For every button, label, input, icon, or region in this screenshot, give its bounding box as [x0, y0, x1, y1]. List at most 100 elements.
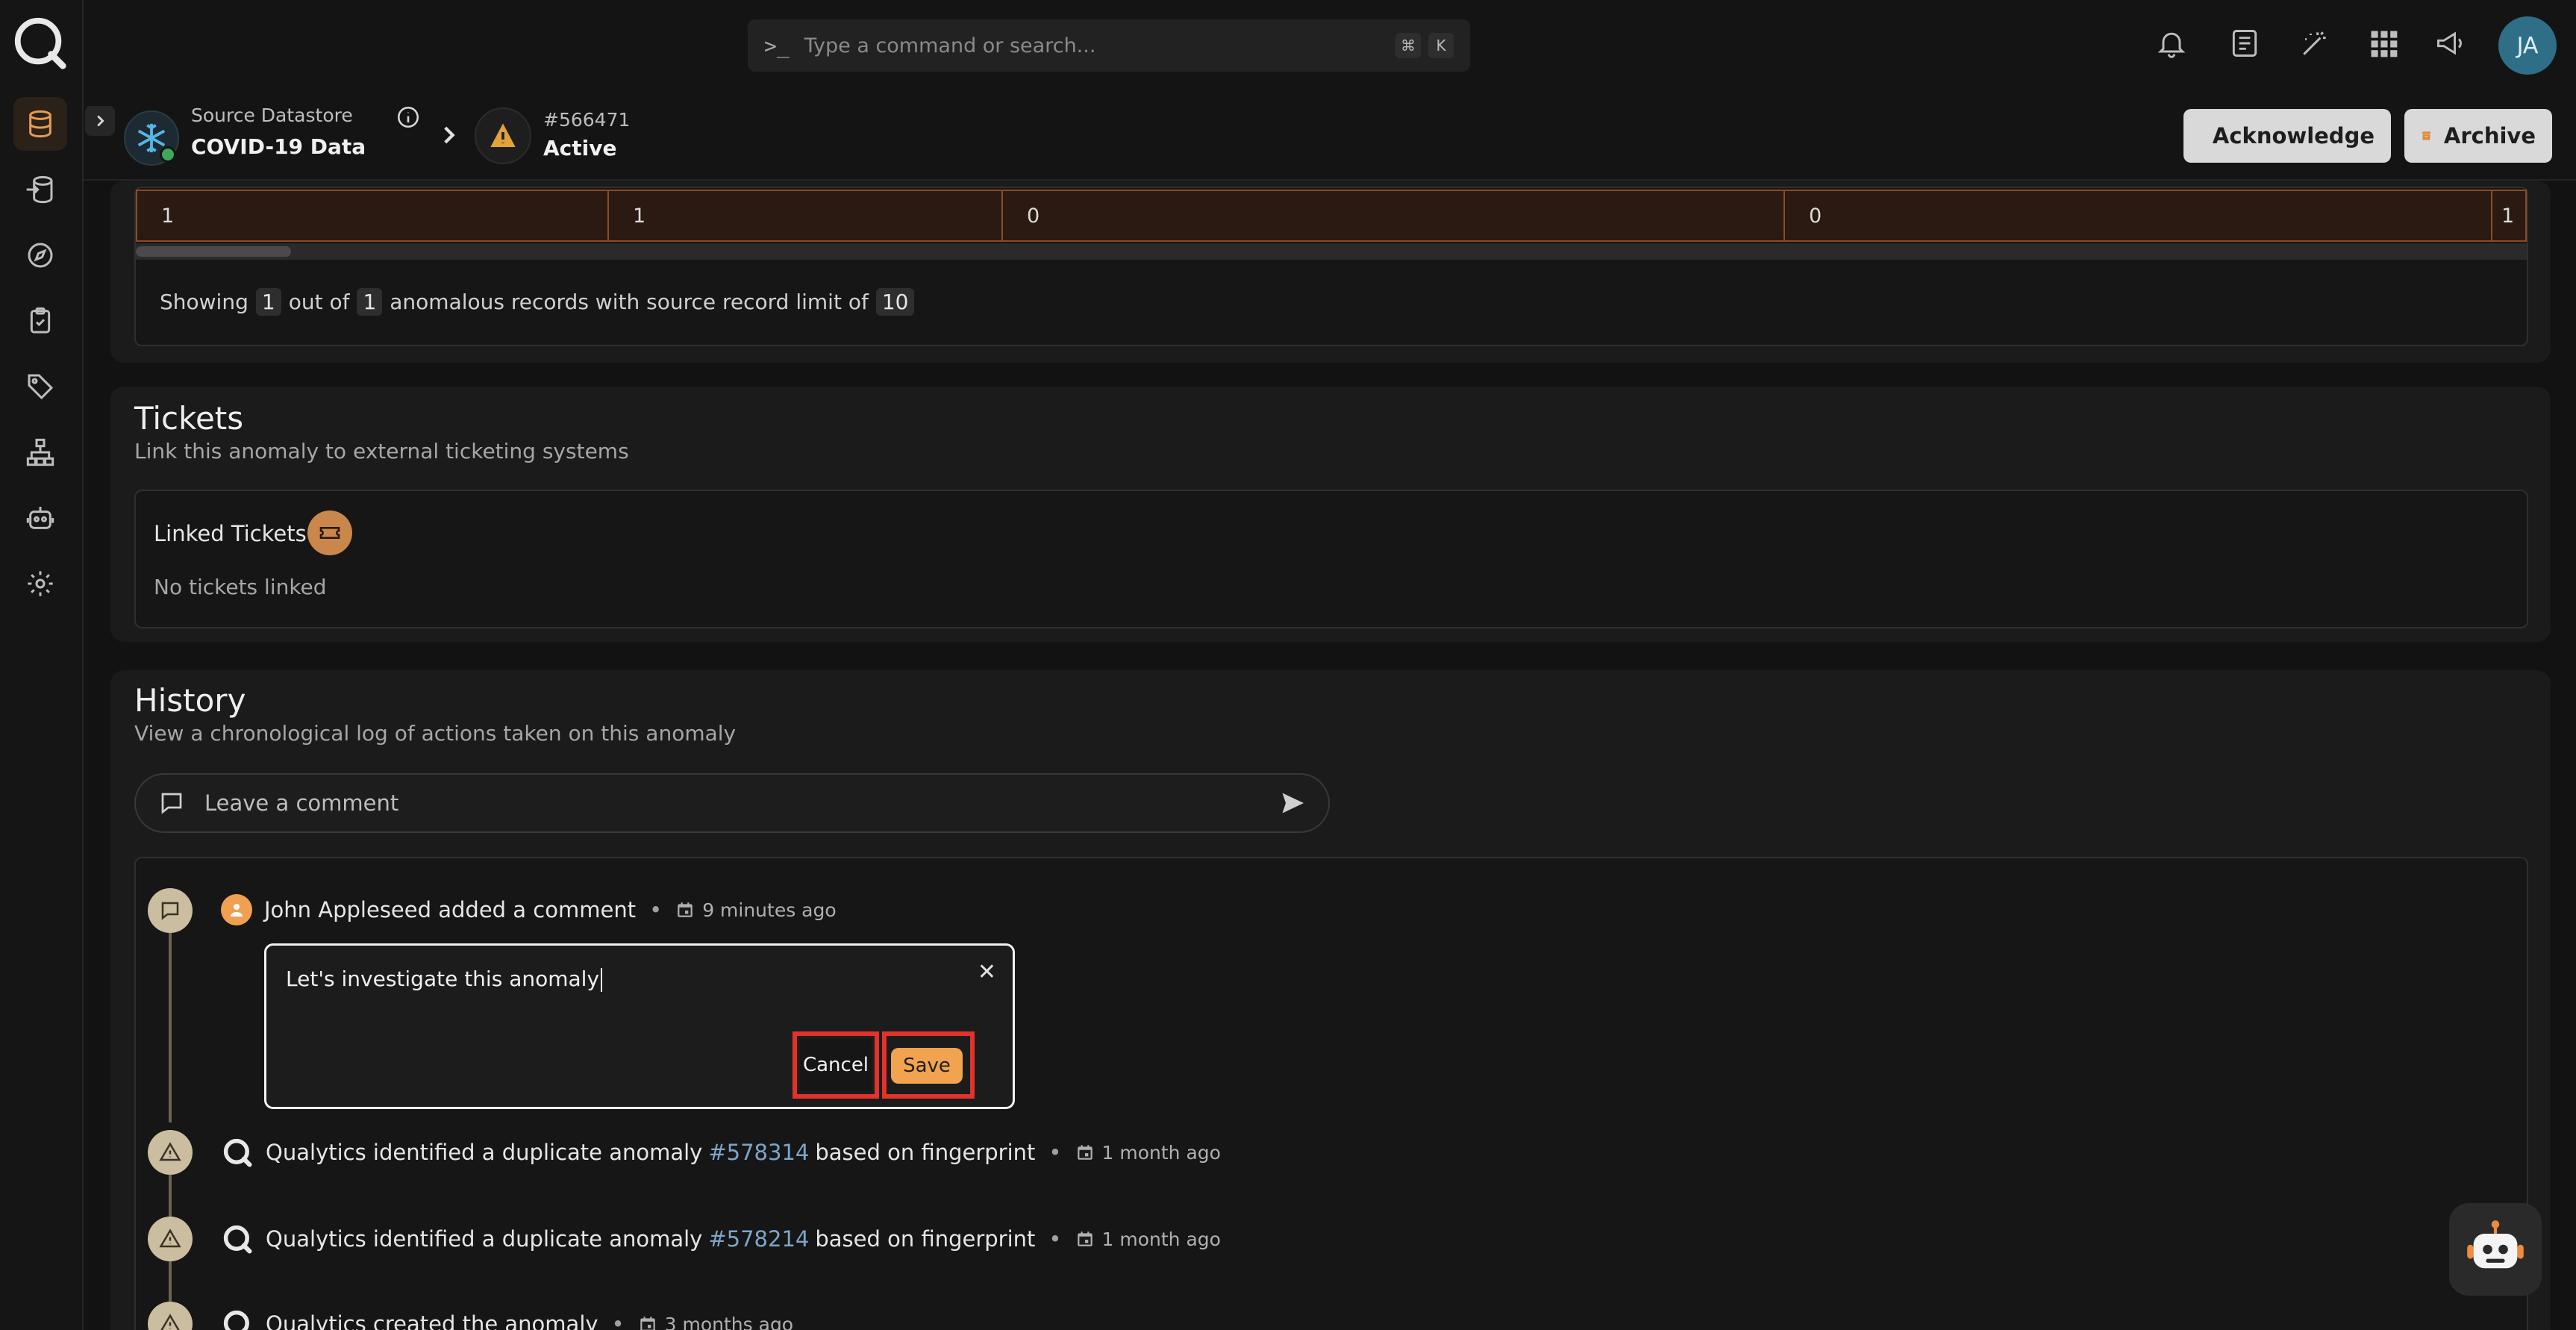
event-actor: Qualytics	[266, 1311, 366, 1330]
expand-sidebar-button[interactable]	[85, 106, 115, 136]
database-arrow-icon	[26, 175, 53, 204]
eye-icon	[2200, 135, 2201, 137]
calendar-icon	[1077, 1231, 1092, 1246]
timeline-connector	[169, 1175, 172, 1218]
timeline-node-comment	[148, 888, 193, 933]
event-separator: •	[1048, 1226, 1062, 1252]
tag-icon	[28, 374, 54, 400]
table-cell: 0	[1001, 190, 1785, 242]
event-time-text: 1 month ago	[1101, 1228, 1221, 1250]
connection-status-dot	[160, 146, 176, 163]
archive-icon	[2422, 131, 2431, 140]
qualytics-logo-icon	[223, 1310, 249, 1330]
qualytics-logo-icon	[223, 1225, 252, 1254]
event-separator: •	[649, 897, 663, 922]
megaphone-icon	[2437, 31, 2462, 55]
announcements-button[interactable]	[2430, 22, 2472, 64]
close-icon[interactable]: ✕	[978, 959, 996, 985]
anomaly-link[interactable]: #578314	[708, 1140, 809, 1165]
breadcrumb-chevron-icon	[444, 126, 455, 144]
clipboard-check-icon	[30, 307, 51, 334]
history-event: Qualytics identified a duplicate anomaly…	[221, 1223, 1221, 1255]
chevron-right-icon	[97, 115, 104, 127]
theme-toggle-button[interactable]	[2294, 22, 2336, 64]
comment-icon	[161, 902, 179, 920]
anomaly-status: Active	[543, 136, 617, 160]
assistant-bot-button[interactable]	[2449, 1203, 2542, 1296]
summary-suffix: anomalous records with source record lim…	[390, 290, 869, 314]
comment-input[interactable]	[204, 790, 1279, 816]
search-placeholder: Type a command or search...	[804, 34, 1096, 57]
linked-tickets-label: Linked Tickets	[154, 521, 307, 546]
sidebar-item-checks[interactable]	[13, 294, 67, 348]
add-ticket-button[interactable]	[307, 511, 352, 555]
shortcut-mod-key: ⌘	[1395, 33, 1421, 58]
acknowledge-button[interactable]: Acknowledge	[2183, 109, 2391, 163]
save-button[interactable]: Save	[891, 1048, 963, 1084]
linked-tickets-box	[134, 490, 2528, 628]
user-avatar[interactable]: JA	[2498, 16, 2557, 75]
event-actor: Qualytics	[266, 1226, 366, 1252]
anomaly-link[interactable]: #578214	[708, 1226, 809, 1252]
event-time-text: 9 minutes ago	[702, 899, 837, 921]
docs-button[interactable]	[2224, 22, 2266, 64]
horizontal-scrollbar[interactable]	[136, 243, 2527, 260]
robot-icon	[26, 507, 54, 529]
records-summary: Showing 1 out of 1 anomalous records wit…	[160, 288, 915, 316]
shortcut-k-key: K	[1428, 33, 1454, 58]
warning-icon	[160, 1314, 180, 1330]
edit-comment-input[interactable]: Let's investigate this anomaly	[286, 967, 603, 992]
source-datastore-name[interactable]: COVID-19 Data	[191, 134, 366, 159]
edit-comment-text: Let's investigate this anomaly	[286, 967, 600, 991]
event-actor: John Appleseed	[264, 897, 432, 922]
no-tickets-text: No tickets linked	[154, 575, 327, 599]
command-search[interactable]: >_ Type a command or search... ⌘ K	[748, 19, 1470, 72]
hierarchy-icon	[26, 438, 54, 466]
apps-button[interactable]	[2363, 22, 2404, 64]
timeline-node-warning	[148, 1217, 193, 1261]
calendar-icon	[678, 902, 693, 917]
document-icon	[2232, 30, 2257, 57]
sidebar-item-datastores[interactable]	[13, 97, 67, 151]
sidebar-item-agents[interactable]	[13, 491, 67, 545]
sidebar-item-flows[interactable]	[13, 425, 67, 479]
event-time-text: 1 month ago	[1101, 1141, 1221, 1164]
table-cell: 0	[1783, 190, 2492, 242]
comment-composer	[134, 773, 1330, 833]
anomaly-id: #566471	[543, 109, 631, 131]
acknowledge-label: Acknowledge	[2212, 123, 2375, 149]
event-time: 3 months ago	[638, 1314, 793, 1330]
event-action: identified a duplicate anomaly	[372, 1226, 703, 1252]
sidebar-item-tags[interactable]	[13, 360, 67, 413]
event-time: 1 month ago	[1075, 1142, 1221, 1164]
scrollbar-thumb[interactable]	[136, 246, 291, 257]
calendar-icon	[1077, 1145, 1092, 1160]
sidebar-item-explore[interactable]	[13, 228, 67, 282]
sidebar-item-enrichment[interactable]	[13, 163, 67, 216]
database-icon	[29, 110, 51, 138]
timeline-connector	[169, 933, 172, 1123]
timeline-connector	[169, 1261, 172, 1305]
terminal-icon: >_	[764, 33, 790, 58]
info-icon[interactable]	[396, 104, 421, 130]
ticket-icon	[319, 527, 340, 539]
cancel-button[interactable]: Cancel	[800, 1039, 872, 1091]
history-subtitle: View a chronological log of actions take…	[134, 721, 737, 746]
notifications-button[interactable]	[2151, 22, 2192, 64]
bell-icon	[2157, 32, 2186, 58]
history-event: Qualytics identified a duplicate anomaly…	[221, 1136, 1221, 1169]
anomaly-status-icon	[475, 107, 531, 164]
event-time: 9 minutes ago	[675, 899, 837, 921]
summary-out-of: out of	[288, 290, 350, 314]
qualytics-logo[interactable]	[10, 13, 69, 72]
archive-button[interactable]: Archive	[2404, 109, 2552, 163]
table-cell: 1	[136, 190, 609, 242]
left-sidebar	[0, 0, 84, 1330]
sidebar-item-settings[interactable]	[13, 557, 67, 611]
summary-prefix: Showing	[160, 290, 248, 314]
send-icon[interactable]	[1279, 790, 1306, 817]
tickets-subtitle: Link this anomaly to external ticketing …	[134, 439, 629, 463]
source-datastore-label: Source Datastore	[191, 104, 353, 126]
warning-icon	[490, 123, 516, 147]
grid-icon	[2371, 31, 2398, 57]
